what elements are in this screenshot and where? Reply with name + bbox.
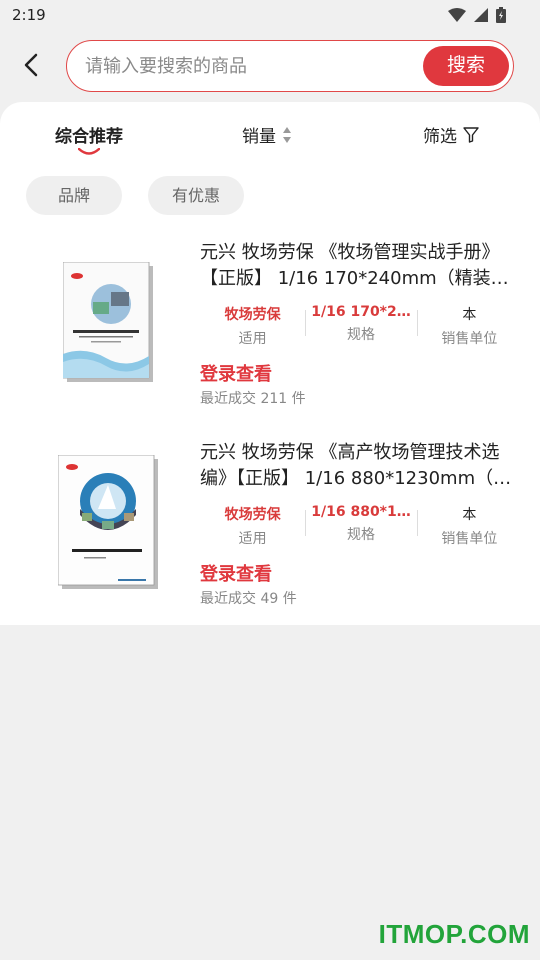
recent-sales: 最近成交 211 件 <box>200 391 306 407</box>
filter-icon <box>463 126 479 143</box>
filter-label: 筛选 <box>423 127 457 147</box>
product-attributes: 牧场劳保 适用 1/16 170*2… 规格 本 销售单位 <box>200 304 522 347</box>
attr-label: 规格 <box>347 527 375 543</box>
sort-arrows-icon <box>283 126 291 143</box>
status-icons <box>448 7 506 23</box>
recent-sales: 最近成交 49 件 <box>200 591 297 607</box>
search-box: 搜索 <box>66 40 514 92</box>
book-cover-image <box>58 455 158 589</box>
product-image[interactable] <box>26 238 192 408</box>
status-bar: 2:19 <box>0 0 540 34</box>
attr-label: 销售单位 <box>441 331 498 347</box>
filter-chips: 品牌 有优惠 <box>0 176 540 216</box>
attr-label: 适用 <box>238 531 267 547</box>
signal-icon <box>474 8 488 22</box>
attr-value: 本 <box>462 507 477 523</box>
sort-comprehensive-label: 综合推荐 <box>55 127 123 147</box>
attr-applicable: 牧场劳保 适用 <box>200 504 305 547</box>
product-image[interactable] <box>26 438 192 608</box>
attr-spec: 1/16 880*1… 规格 <box>305 504 417 546</box>
product-item[interactable]: 元兴 牧场劳保 《高产牧场管理技术选 编》【正版】 1/16 880*1230m… <box>0 438 540 628</box>
filter-button[interactable]: 筛选 <box>423 122 479 147</box>
attr-applicable: 牧场劳保 适用 <box>200 304 305 347</box>
watermark: ITMOP.COM <box>378 919 530 949</box>
login-to-view-price[interactable]: 登录查看 <box>200 360 272 386</box>
product-title-line2: 编》【正版】 1/16 880*1230mm（… <box>200 468 512 489</box>
sort-bar: 综合推荐 销量 筛选 <box>0 102 540 162</box>
product-attributes: 牧场劳保 适用 1/16 880*1… 规格 本 销售单位 <box>200 504 522 547</box>
login-to-view-price[interactable]: 登录查看 <box>200 560 272 586</box>
results-panel: 综合推荐 销量 筛选 品牌 有优惠 元兴 牧场劳保 《牧场管理实战手册》 【正版… <box>0 102 540 625</box>
search-button[interactable]: 搜索 <box>423 46 509 86</box>
attr-value: 牧场劳保 <box>224 507 281 523</box>
chevron-left-icon <box>24 53 38 77</box>
attr-value: 1/16 170*2… <box>311 304 411 320</box>
sort-sales[interactable]: 销量 <box>242 122 292 147</box>
wifi-icon <box>448 8 466 22</box>
search-input[interactable] <box>85 53 405 79</box>
sort-sales-label: 销量 <box>242 127 276 147</box>
attr-unit: 本 销售单位 <box>416 504 522 547</box>
battery-icon <box>496 7 506 23</box>
attr-value: 本 <box>462 307 477 323</box>
search-header: 搜索 <box>0 34 540 100</box>
attr-label: 适用 <box>238 331 267 347</box>
product-title[interactable]: 元兴 牧场劳保 《高产牧场管理技术选 编》【正版】 1/16 880*1230m… <box>200 440 520 492</box>
product-title[interactable]: 元兴 牧场劳保 《牧场管理实战手册》 【正版】 1/16 170*240mm（精… <box>200 240 520 292</box>
attr-label: 规格 <box>347 327 375 343</box>
active-sort-indicator <box>78 148 100 155</box>
attr-value: 牧场劳保 <box>224 307 281 323</box>
attr-label: 销售单位 <box>441 531 498 547</box>
product-title-line1: 元兴 牧场劳保 《牧场管理实战手册》 <box>200 242 500 263</box>
product-item[interactable]: 元兴 牧场劳保 《牧场管理实战手册》 【正版】 1/16 170*240mm（精… <box>0 238 540 428</box>
sort-comprehensive[interactable]: 综合推荐 <box>55 122 123 147</box>
chip-discount[interactable]: 有优惠 <box>148 176 244 215</box>
chip-brand[interactable]: 品牌 <box>26 176 122 215</box>
attr-value: 1/16 880*1… <box>311 504 411 520</box>
attr-spec: 1/16 170*2… 规格 <box>305 304 417 346</box>
status-time: 2:19 <box>12 6 46 24</box>
product-title-line1: 元兴 牧场劳保 《高产牧场管理技术选 <box>200 442 500 463</box>
back-button[interactable] <box>14 48 48 82</box>
product-title-line2: 【正版】 1/16 170*240mm（精装… <box>200 268 509 289</box>
book-cover-image <box>63 262 153 382</box>
attr-unit: 本 销售单位 <box>416 304 522 347</box>
